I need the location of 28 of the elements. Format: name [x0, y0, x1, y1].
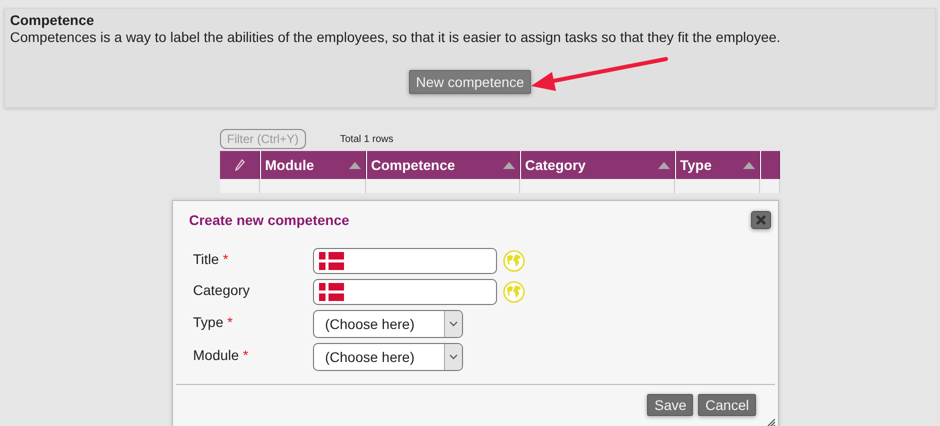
filter-field[interactable]: Filter (Ctrl+Y)	[220, 129, 306, 149]
chevron-down-icon	[449, 354, 458, 360]
close-button[interactable]	[751, 211, 771, 229]
field-label: Module *	[193, 347, 250, 365]
new-competence-button[interactable]: New competence	[408, 70, 532, 94]
page-description: Competences is a way to label the abilities of the employees, so that it is easier to assign tasks so that they fit the employee.	[10, 29, 780, 45]
close-icon	[756, 215, 766, 225]
pencil-icon	[234, 159, 244, 171]
sort-icon	[658, 162, 670, 168]
sort-icon	[503, 162, 515, 168]
dropdown-field[interactable]: (Choose here)	[313, 343, 463, 371]
field-label: Title *	[193, 251, 230, 269]
resize-grip-icon[interactable]	[767, 419, 775, 426]
dialog-title: Create new competence	[189, 212, 350, 228]
sort-icon	[743, 162, 755, 168]
text-field[interactable]	[313, 248, 497, 274]
sort-icon	[349, 162, 361, 168]
chevron-down-icon	[449, 321, 458, 327]
dropdown-field[interactable]: (Choose here)	[313, 310, 463, 338]
page-title: Competence	[10, 12, 94, 28]
text-field[interactable]	[313, 279, 497, 305]
dialog-button[interactable]: Cancel	[698, 394, 756, 416]
field-label: Category	[193, 282, 251, 300]
total-rows-count: Total 1 rows	[340, 134, 394, 144]
field-label: Type *	[193, 314, 234, 332]
dialog-button[interactable]: Save	[647, 394, 694, 416]
flag-icon	[319, 283, 344, 301]
flag-icon	[319, 252, 344, 270]
